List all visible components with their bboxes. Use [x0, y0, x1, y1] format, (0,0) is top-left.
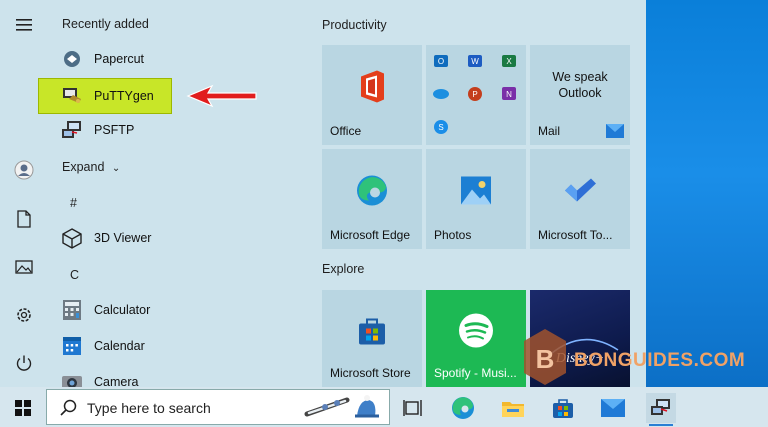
app-papercut[interactable]: Papercut	[60, 44, 300, 74]
app-calculator[interactable]: Calculator	[60, 295, 300, 325]
red-arrow-annotation	[186, 84, 257, 108]
tile-office[interactable]: Office	[322, 45, 422, 145]
tile-microsoft-store[interactable]: Microsoft Store	[322, 290, 422, 387]
svg-text:P: P	[472, 90, 477, 99]
running-indicator	[649, 424, 673, 426]
start-button[interactable]	[8, 393, 38, 423]
pictures-icon[interactable]	[12, 255, 36, 279]
edge-icon	[452, 397, 474, 419]
app-label: 3D Viewer	[94, 231, 152, 245]
search-highlight-doodle-icon	[304, 395, 379, 418]
search-icon	[60, 399, 77, 416]
app-label: Papercut	[94, 52, 145, 66]
calendar-icon	[60, 334, 84, 358]
tile-label: Photos	[434, 228, 472, 242]
tile-mail[interactable]: We speak Outlook Mail	[530, 45, 630, 145]
psftp-icon	[651, 399, 670, 415]
tile-label: Spotify - Musi...	[434, 366, 517, 380]
svg-text:S: S	[438, 123, 443, 132]
documents-icon[interactable]	[12, 207, 36, 231]
letter-heading-hash[interactable]: #	[70, 196, 77, 210]
bonguides-watermark: B BONGUIDES.COM	[522, 322, 745, 386]
office-apps-grid-icon: O W X P N S	[433, 55, 516, 134]
taskbar-edge-button[interactable]	[448, 393, 478, 423]
spotify-icon	[458, 312, 494, 353]
edge-icon	[355, 174, 389, 213]
windows-logo-icon	[15, 400, 31, 416]
camera-icon	[60, 370, 84, 387]
tile-label: Microsoft To...	[538, 228, 613, 242]
office-icon	[357, 70, 387, 109]
task-view-button[interactable]	[398, 393, 428, 423]
folder-icon	[502, 402, 524, 417]
taskbar-mail-button[interactable]	[598, 393, 628, 423]
svg-text:N: N	[506, 90, 512, 99]
tile-microsoft-edge[interactable]: Microsoft Edge	[322, 149, 422, 249]
group-heading-productivity: Productivity	[322, 18, 387, 32]
letter-heading-c[interactable]: C	[70, 268, 79, 282]
store-bag-icon	[553, 399, 573, 418]
start-rail	[0, 0, 48, 387]
task-view-icon	[403, 400, 422, 416]
power-icon[interactable]	[12, 351, 36, 375]
taskbar-file-explorer-button[interactable]	[498, 393, 528, 423]
taskbar-store-button[interactable]	[548, 393, 578, 423]
app-calendar[interactable]: Calendar	[60, 331, 300, 361]
settings-gear-icon[interactable]	[12, 303, 36, 327]
hamburger-menu-icon[interactable]	[12, 13, 36, 37]
app-label: Calendar	[94, 339, 145, 353]
taskbar-search-box[interactable]: Type here to search	[46, 389, 390, 425]
tile-spotify[interactable]: Spotify - Musi...	[426, 290, 526, 387]
expand-button[interactable]: Expand ⌄	[62, 160, 120, 174]
tile-label: Microsoft Store	[330, 366, 411, 380]
app-label: Calculator	[94, 303, 151, 317]
tile-label: Microsoft Edge	[330, 228, 411, 242]
tile-label: Mail	[538, 124, 561, 138]
chevron-down-icon: ⌄	[111, 163, 121, 174]
app-label: Camera	[94, 375, 139, 387]
mail-icon	[606, 124, 624, 138]
app-list: Recently added Papercut PuTTYgen PSFTP E…	[48, 0, 312, 387]
group-heading-explore: Explore	[322, 262, 365, 276]
mail-promo-text: We speak Outlook	[552, 70, 608, 100]
svg-text:B: B	[536, 344, 555, 374]
watermark-hexagon-logo: B	[524, 329, 566, 385]
recently-added-heading: Recently added	[62, 17, 149, 31]
calculator-icon	[60, 298, 84, 322]
papercut-icon	[60, 47, 84, 71]
watermark-text: BONGUIDES.COM	[574, 350, 746, 371]
psftp-icon	[60, 118, 84, 142]
tile-microsoft-todo[interactable]: Microsoft To...	[530, 149, 630, 249]
app-label: PSFTP	[94, 123, 135, 137]
svg-text:O: O	[438, 57, 444, 66]
app-camera[interactable]: Camera	[60, 367, 300, 387]
taskbar-psftp-button[interactable]	[646, 393, 676, 426]
user-avatar[interactable]	[12, 158, 36, 182]
svg-text:W: W	[471, 57, 479, 66]
cube-icon	[60, 226, 84, 250]
app-3d-viewer[interactable]: 3D Viewer	[60, 223, 300, 253]
photos-icon	[460, 176, 492, 211]
svg-text:X: X	[506, 57, 512, 66]
tile-label: Office	[330, 124, 362, 138]
tile-office-apps[interactable]: O W X P N S	[426, 45, 526, 145]
todo-checkmark-icon	[563, 178, 597, 209]
app-puttygen[interactable]: PuTTYgen	[60, 81, 300, 111]
mail-icon	[601, 399, 625, 417]
search-placeholder: Type here to search	[87, 400, 211, 416]
app-label: PuTTYgen	[94, 89, 154, 103]
store-bag-icon	[357, 315, 387, 350]
tile-photos[interactable]: Photos	[426, 149, 526, 249]
app-psftp[interactable]: PSFTP	[60, 115, 300, 145]
expand-label: Expand	[62, 160, 105, 174]
puttygen-icon	[60, 84, 84, 108]
